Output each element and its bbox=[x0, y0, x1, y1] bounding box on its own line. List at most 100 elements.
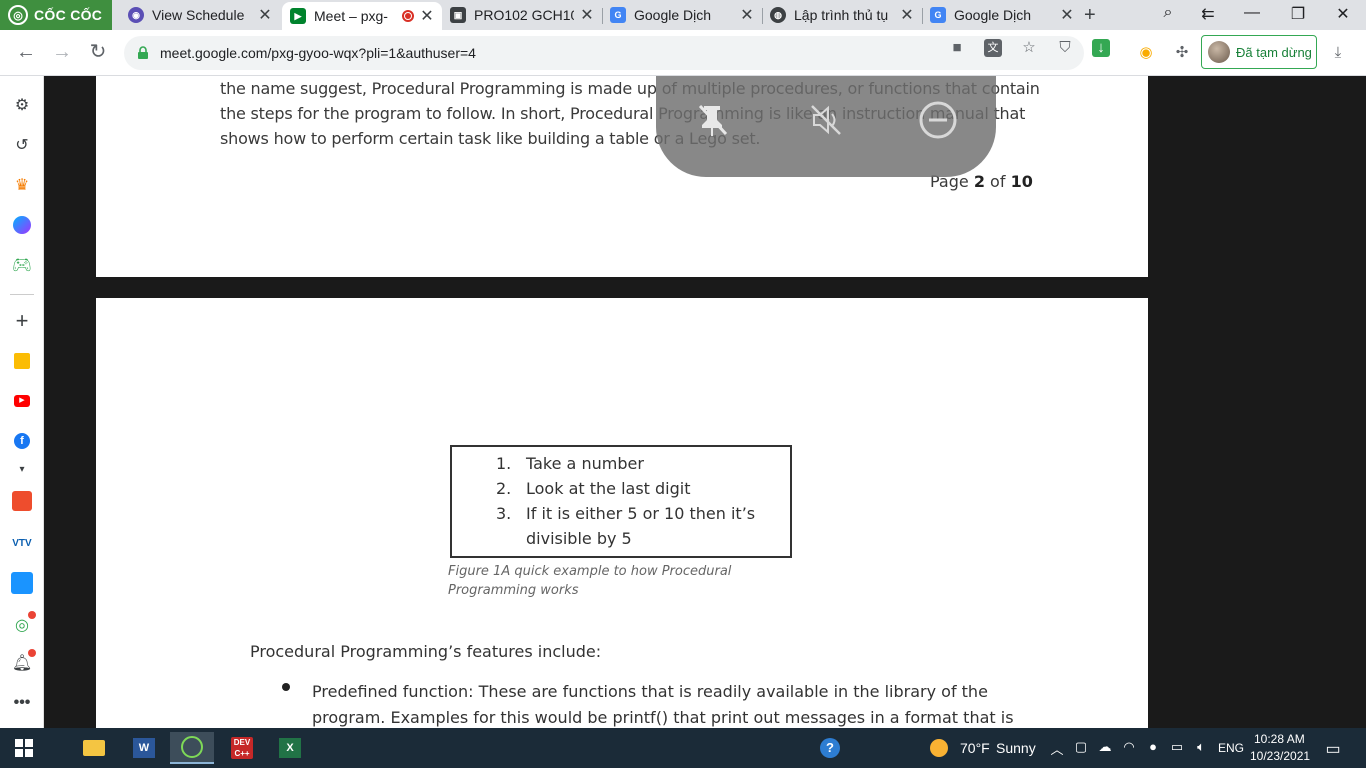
address-bar[interactable]: meet.google.com/pxg-gyoo-wqx?pli=1&authu… bbox=[124, 36, 1084, 70]
youtube-icon[interactable]: ▶ bbox=[11, 390, 33, 412]
recording-indicator-icon bbox=[402, 10, 414, 22]
figure-list-item: 3. If it is either 5 or 10 then it’s bbox=[496, 504, 756, 523]
game-controller-icon[interactable]: 🎮︎ bbox=[11, 254, 33, 276]
back-button[interactable]: ← bbox=[14, 40, 38, 64]
address-url: meet.google.com/pxg-gyoo-wqx?pli=1&authu… bbox=[160, 45, 476, 61]
add-shortcut-icon[interactable]: + bbox=[11, 308, 33, 333]
weather-description[interactable]: Sunny bbox=[996, 740, 1036, 756]
clock-date[interactable]: 10/23/2021 bbox=[1250, 749, 1310, 763]
tab-view-schedule[interactable]: ◉ View Schedule ✕ bbox=[120, 2, 280, 28]
camera-icon[interactable]: ■ bbox=[948, 39, 966, 57]
help-icon[interactable]: ? bbox=[808, 732, 852, 764]
mute-speaker-icon[interactable] bbox=[798, 92, 854, 148]
figure-list-item: divisible by 5 bbox=[526, 529, 632, 548]
vtv-go-icon[interactable]: VTV bbox=[11, 532, 33, 554]
cloud-sync-icon[interactable]: ☁ bbox=[1097, 739, 1113, 757]
download-arrow-icon[interactable]: ↓ bbox=[1092, 39, 1110, 57]
restore-button[interactable]: ❐ bbox=[1288, 4, 1308, 24]
excel-icon[interactable]: X bbox=[268, 732, 312, 764]
secure-lock-icon bbox=[138, 46, 148, 59]
dev-cpp-icon[interactable]: DEV C++ bbox=[220, 732, 264, 764]
tab-google-translate-2[interactable]: G Google Dịch ✕ bbox=[922, 2, 1082, 28]
file-explorer-icon[interactable] bbox=[72, 732, 116, 764]
bullet-text-line: program. Examples for this would be prin… bbox=[312, 708, 1014, 727]
weather-sun-icon[interactable] bbox=[930, 739, 948, 757]
close-tab-icon[interactable]: ✕ bbox=[1060, 5, 1074, 25]
facebook-icon[interactable]: f bbox=[11, 430, 33, 452]
history-icon[interactable]: ↺ bbox=[11, 134, 33, 156]
tab-search-icon[interactable]: ⌕ bbox=[1158, 4, 1178, 22]
tab-meet[interactable]: ▶ Meet – pxg- ✕ bbox=[282, 2, 442, 30]
messenger-icon[interactable] bbox=[11, 214, 33, 236]
shared-screen-viewer: the name suggest, Procedural Programming… bbox=[44, 76, 1366, 728]
bullet-point bbox=[282, 683, 290, 691]
figure-list-item: 2. Look at the last digit bbox=[496, 479, 691, 498]
pin-icon[interactable] bbox=[684, 92, 740, 148]
sidebar-expand-chevron-icon[interactable]: ▾ bbox=[11, 458, 33, 480]
battery-icon[interactable]: ▭ bbox=[1169, 739, 1185, 757]
brand-name: CỐC CỐC bbox=[34, 7, 103, 23]
tab-strip: ◎ CỐC CỐC ◉ View Schedule ✕ ▶ Meet – pxg… bbox=[0, 0, 1366, 30]
close-tab-icon[interactable]: ✕ bbox=[580, 5, 594, 25]
close-tab-icon[interactable]: ✕ bbox=[900, 5, 914, 25]
close-window-button[interactable]: ✕ bbox=[1333, 4, 1353, 24]
document-page-3: 1. Take a number 2. Look at the last digit… bbox=[96, 298, 1148, 728]
close-tab-icon[interactable]: ✕ bbox=[258, 5, 272, 25]
minimize-button[interactable]: — bbox=[1242, 4, 1262, 22]
shield-icon[interactable]: ⛉ bbox=[1056, 39, 1074, 57]
language-indicator[interactable]: ENG bbox=[1218, 741, 1244, 755]
crown-icon[interactable]: ♛ bbox=[11, 174, 33, 196]
browser-toolbar: ← → ↻ meet.google.com/pxg-gyoo-wqx?pli=1… bbox=[0, 30, 1366, 76]
figure-box: 1. Take a number 2. Look at the last digit… bbox=[450, 445, 792, 558]
notes-icon[interactable] bbox=[11, 350, 33, 372]
translate-favicon-icon: G bbox=[610, 7, 626, 23]
tab-pro102[interactable]: ▣ PRO102 GCH10 ✕ bbox=[442, 2, 602, 28]
bookmark-star-icon[interactable]: ☆ bbox=[1020, 39, 1038, 57]
word-icon[interactable]: W bbox=[122, 732, 166, 764]
more-options-icon[interactable]: ••• bbox=[11, 692, 33, 714]
notifications-bell-icon[interactable]: 🔔︎ bbox=[11, 649, 36, 674]
classroom-favicon-icon: ▣ bbox=[450, 7, 466, 23]
settings-gear-icon[interactable]: ⚙ bbox=[11, 94, 33, 116]
weather-temperature[interactable]: 70°F bbox=[960, 740, 990, 756]
coccoc-taskbar-icon[interactable] bbox=[170, 732, 214, 764]
remove-circle-icon[interactable] bbox=[910, 92, 966, 148]
clock-time[interactable]: 10:28 AM bbox=[1254, 732, 1305, 746]
globe-favicon-icon: ◍ bbox=[770, 7, 786, 23]
browser-brand-button[interactable]: ◎ CỐC CỐC bbox=[0, 0, 112, 30]
translate-page-icon[interactable]: 文 bbox=[984, 39, 1002, 57]
microphone-icon[interactable]: ● bbox=[1145, 739, 1161, 757]
close-tab-icon[interactable]: ✕ bbox=[420, 6, 434, 26]
forward-button[interactable]: → bbox=[50, 40, 74, 64]
wifi-icon[interactable]: ◠ bbox=[1121, 739, 1137, 757]
bullet-text-line: Predefined function: These are functions… bbox=[312, 682, 988, 701]
close-tab-icon[interactable]: ✕ bbox=[740, 5, 754, 25]
tab-lap-trinh[interactable]: ◍ Lập trình thủ tụ ✕ bbox=[762, 2, 922, 28]
downloads-icon[interactable]: ⤓ bbox=[1328, 43, 1348, 63]
windows-start-icon[interactable] bbox=[2, 732, 46, 764]
show-hidden-icons-chevron-icon[interactable]: ︿ bbox=[1049, 739, 1065, 757]
coccoc-logo-icon: ◎ bbox=[8, 5, 28, 25]
translate-favicon-icon: G bbox=[930, 7, 946, 23]
tab-google-translate[interactable]: G Google Dịch ✕ bbox=[602, 2, 762, 28]
profile-status-label: Đã tạm dừng bbox=[1236, 44, 1312, 60]
sidebar-toggle-icon[interactable]: ⇇ bbox=[1198, 4, 1218, 24]
tab-label: PRO102 GCH10 bbox=[474, 7, 574, 23]
windows-taskbar: W DEV C++ X ? 70°F Sunny ︿ ▢ ☁ ◠ ● ▭ 🔈︎ E… bbox=[0, 728, 1366, 768]
features-heading: Procedural Programming’s features includ… bbox=[250, 642, 602, 661]
new-tab-button[interactable]: + bbox=[1084, 4, 1096, 27]
tab-label: Google Dịch bbox=[954, 7, 1032, 23]
tiki-icon[interactable] bbox=[11, 572, 33, 594]
tab-label: View Schedule bbox=[152, 7, 245, 23]
figure-caption: Programming works bbox=[448, 583, 579, 598]
profile-button[interactable]: Đã tạm dừng bbox=[1201, 35, 1317, 69]
schedule-favicon-icon: ◉ bbox=[128, 7, 144, 23]
coccoc-rewards-icon[interactable]: ◎ bbox=[11, 611, 36, 636]
shopee-icon[interactable] bbox=[11, 490, 33, 512]
notification-center-icon[interactable]: ▭ bbox=[1325, 739, 1341, 758]
coccoc-extension-icon[interactable]: ◉ bbox=[1136, 43, 1156, 63]
reload-button[interactable]: ↻ bbox=[86, 40, 110, 64]
meet-now-icon[interactable]: ▢ bbox=[1073, 739, 1089, 757]
extensions-puzzle-icon[interactable]: ✣ bbox=[1172, 43, 1192, 63]
volume-icon[interactable]: 🔈︎ bbox=[1193, 739, 1209, 757]
